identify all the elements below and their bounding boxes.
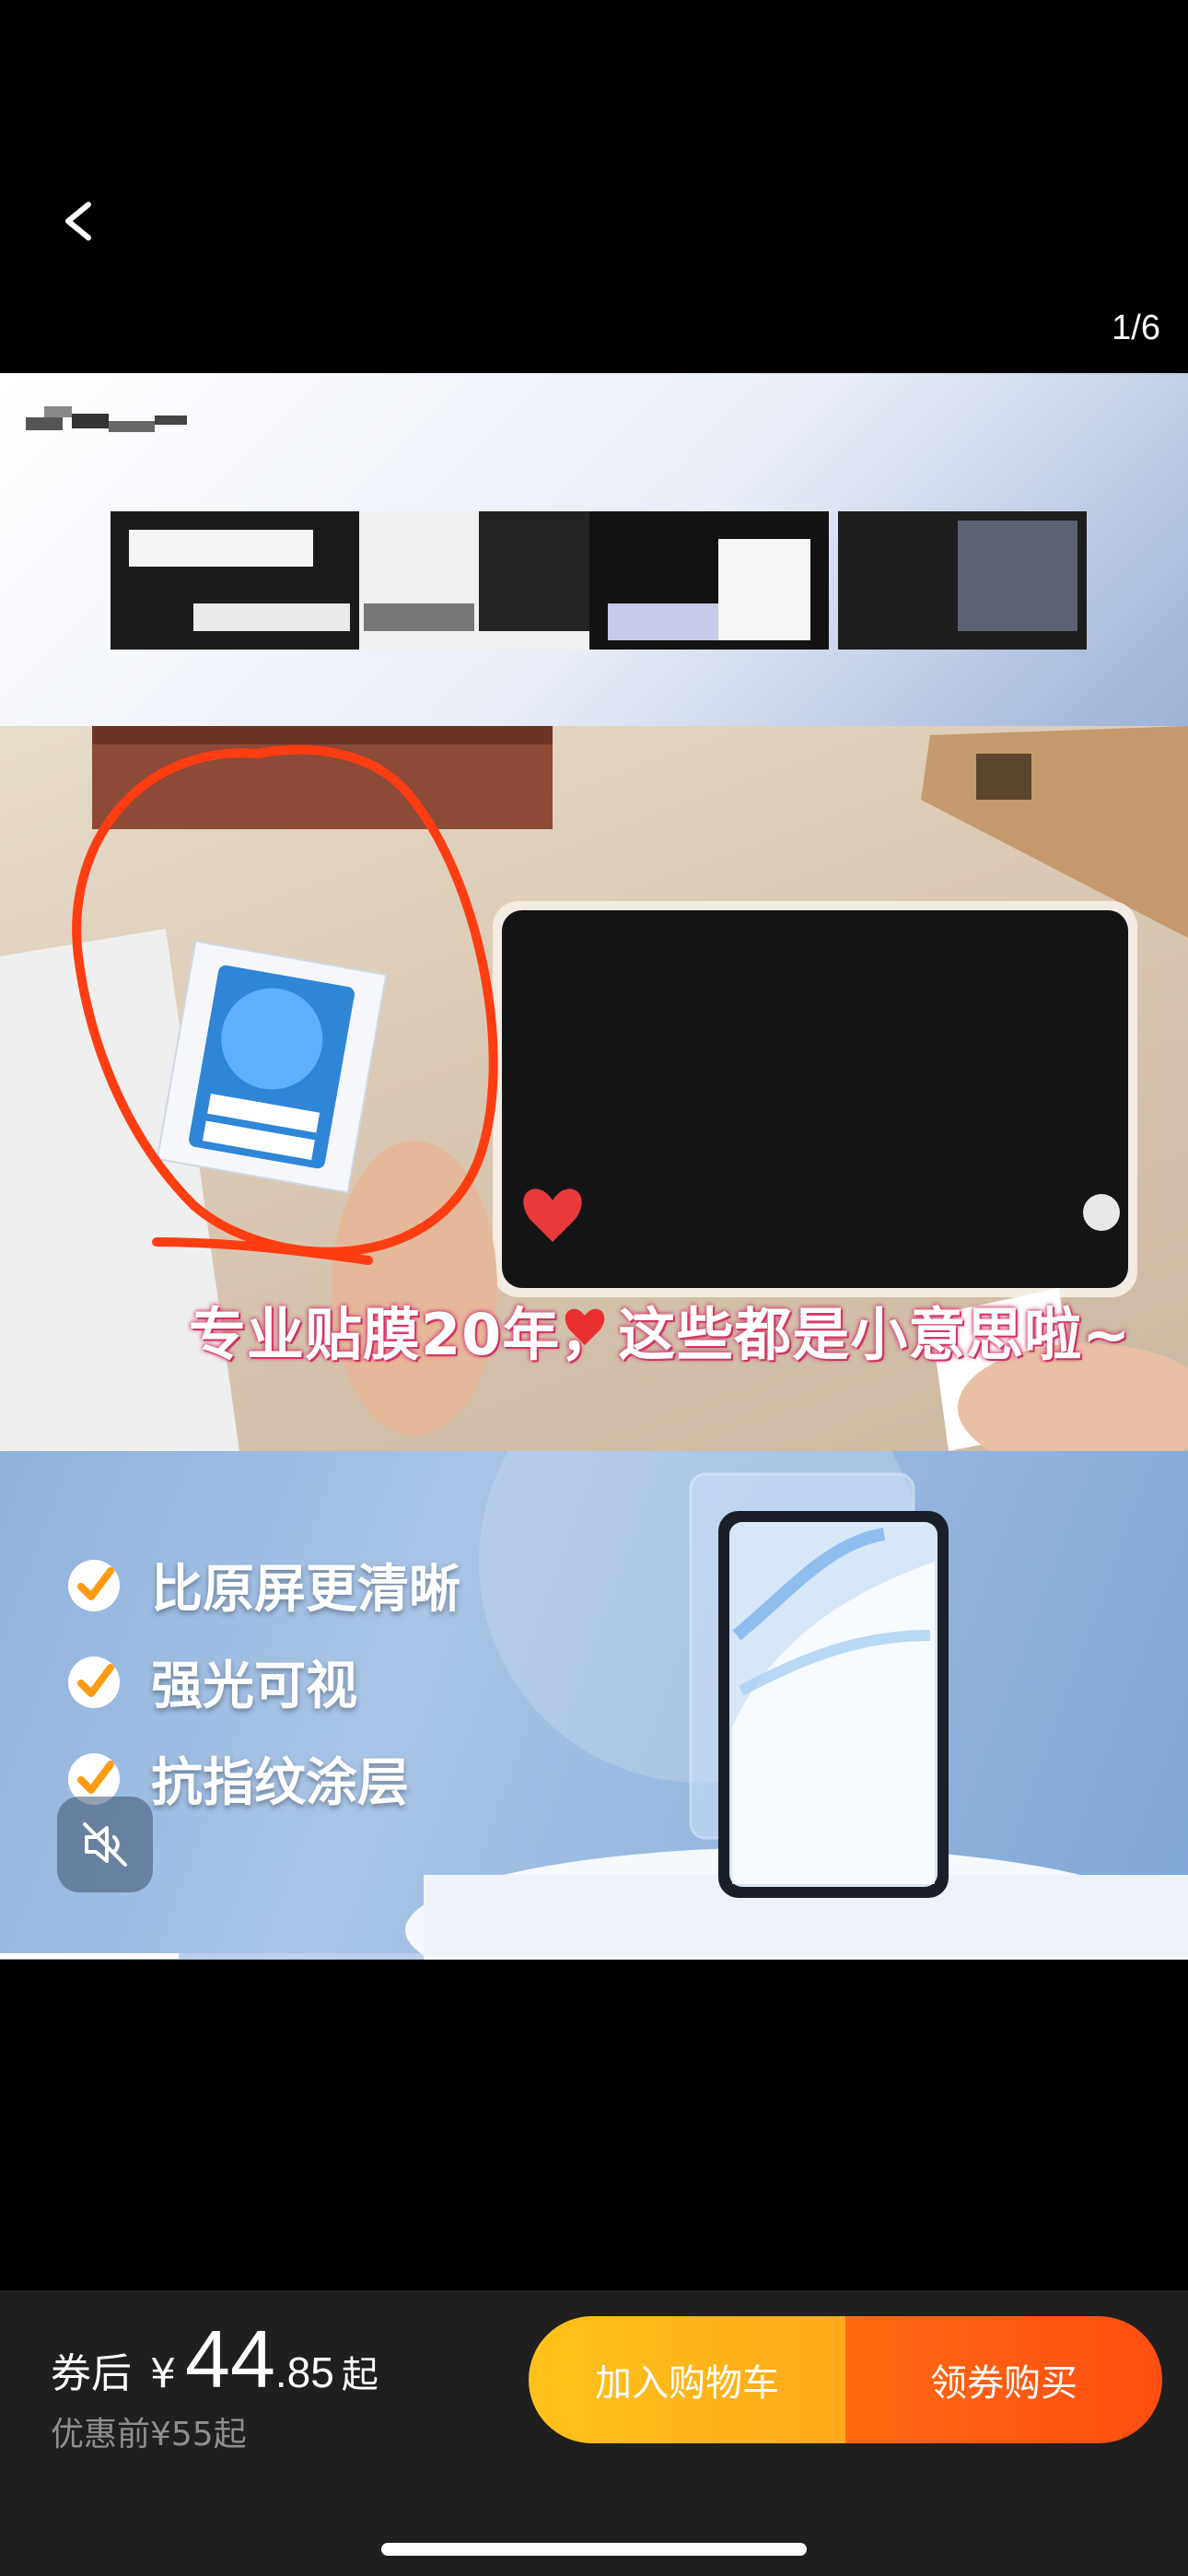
price-integer: 44 — [185, 2313, 275, 2405]
original-price: 优惠前¥55起 — [51, 2416, 247, 2453]
photo-caption: 专业贴膜20年，这些都是小意思啦~ — [189, 1301, 1132, 1368]
product-media[interactable]: 专业贴膜20年，这些都是小意思啦~ 比原屏更清晰 强光可视 抗指纹涂层 — [0, 373, 1188, 1960]
feature-label: 强光可视 — [151, 1657, 357, 1716]
feature-label: 抗指纹涂层 — [151, 1753, 409, 1813]
mute-button[interactable] — [57, 1797, 153, 1892]
feature-item: 比原屏更清晰 — [64, 1548, 460, 1622]
buy-with-coupon-button[interactable]: 领券购买 — [845, 2316, 1162, 2443]
features-section: 比原屏更清晰 强光可视 抗指纹涂层 — [0, 1451, 1188, 1960]
add-to-cart-button[interactable]: 加入购物车 — [529, 2316, 845, 2443]
price-suffix: 起 — [341, 2354, 379, 2396]
speaker-muted-icon — [83, 1822, 127, 1867]
media-progress-fill — [0, 1953, 179, 1959]
price-decimal: .85 — [274, 2348, 334, 2396]
price-after-coupon: 券后 ¥ 44 .85 起 — [51, 2313, 379, 2406]
check-icon — [68, 1656, 120, 1708]
check-icon — [68, 1559, 120, 1611]
pixelated-logo — [26, 401, 187, 445]
feature-item: 强光可视 — [64, 1645, 357, 1719]
currency-symbol: ¥ — [150, 2350, 176, 2397]
price-prefix: 券后 — [51, 2350, 132, 2397]
banner-title-section — [0, 373, 1188, 726]
feature-label: 比原屏更清晰 — [151, 1560, 460, 1620]
product-photo-section: 专业贴膜20年，这些都是小意思啦~ — [0, 726, 1188, 1451]
home-indicator[interactable] — [381, 2543, 807, 2556]
image-pager: 1/6 — [1112, 309, 1160, 347]
back-button[interactable] — [48, 184, 112, 258]
chevron-left-icon — [65, 202, 91, 240]
pixelated-title — [111, 511, 1087, 650]
media-progress-track — [0, 1953, 1188, 1959]
